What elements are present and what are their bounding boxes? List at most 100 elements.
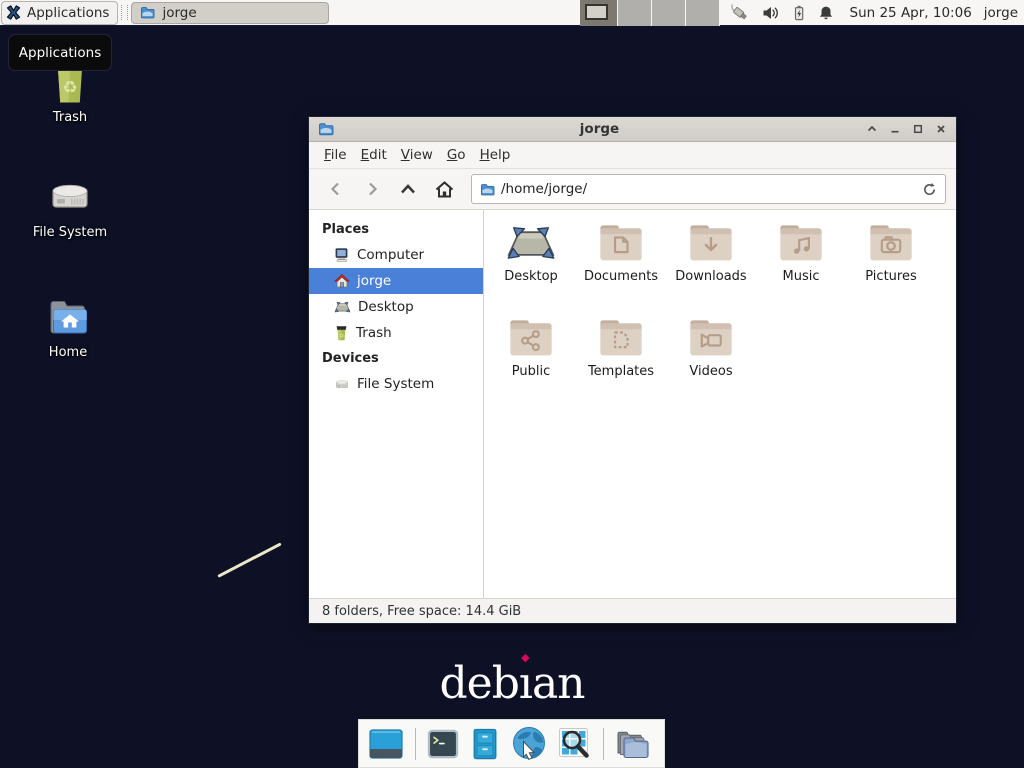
debian-logo-red-dot: ◆ <box>521 651 529 664</box>
computer-icon <box>334 247 350 263</box>
desktop-icon-file-system[interactable]: File System <box>15 172 125 240</box>
home-button[interactable] <box>427 174 461 204</box>
file-item-pictures[interactable]: Pictures <box>846 222 936 317</box>
places-header: Places <box>309 217 483 242</box>
location-bar[interactable] <box>471 174 946 204</box>
workspace-1[interactable] <box>580 0 618 26</box>
menu-file[interactable]: File <box>317 143 354 167</box>
panel-clock[interactable]: Sun 25 Apr, 10:06 <box>850 5 972 21</box>
sidebar-item-file-system[interactable]: File System <box>309 371 483 397</box>
file-item-downloads[interactable]: Downloads <box>666 222 756 317</box>
folder-templates-icon <box>595 317 647 361</box>
debian-logo: debı◆an <box>412 658 612 709</box>
location-folder-icon <box>480 182 495 197</box>
dock-separator <box>415 728 416 760</box>
menu-go[interactable]: Go <box>440 143 473 167</box>
menu-edit[interactable]: Edit <box>354 143 394 167</box>
file-item-desktop[interactable]: Desktop <box>486 222 576 317</box>
devices-header: Devices <box>309 346 483 371</box>
close-button[interactable] <box>934 122 948 136</box>
menu-bar: File Edit View Go Help <box>309 142 956 169</box>
window-title: jorge <box>334 121 865 137</box>
file-item-public[interactable]: Public <box>486 317 576 412</box>
trash-icon <box>334 326 349 341</box>
minimize-icon <box>889 123 901 135</box>
menu-view[interactable]: View <box>394 143 440 167</box>
dock-separator <box>603 728 604 760</box>
hard-drive-icon <box>46 172 94 220</box>
taskbar-window-button[interactable]: jorge <box>131 2 329 24</box>
up-button[interactable] <box>391 174 425 204</box>
desktop-icon <box>334 300 351 315</box>
battery-icon[interactable] <box>791 5 807 21</box>
taskbar-window-label: jorge <box>162 5 196 21</box>
folder-documents-icon <box>595 222 647 266</box>
home-icon <box>334 273 350 289</box>
reload-icon[interactable] <box>922 182 937 197</box>
taskbar-folder-icon <box>140 5 155 20</box>
desktop-icon-label: File System <box>33 225 107 240</box>
file-item-music[interactable]: Music <box>756 222 846 317</box>
status-bar: 8 folders, Free space: 14.4 GiB <box>309 598 956 623</box>
file-item-videos[interactable]: Videos <box>666 317 756 412</box>
app-finder-icon[interactable] <box>558 727 592 761</box>
directory-menu-icon[interactable] <box>615 727 651 761</box>
system-tray <box>730 3 834 22</box>
places-sidebar: Places Computer jorge Desktop Trash Devi… <box>309 210 484 598</box>
home-folder-icon <box>44 292 92 340</box>
hard-drive-icon <box>334 376 350 392</box>
panel-grip-handle[interactable] <box>121 5 128 20</box>
folder-videos-icon <box>685 317 737 361</box>
minimize-button[interactable] <box>888 122 902 136</box>
workspace-4[interactable] <box>686 0 720 26</box>
shade-button[interactable] <box>865 122 879 136</box>
close-icon <box>935 123 947 135</box>
file-manager-window: jorge File Edit View Go Help Places <box>308 116 957 624</box>
show-desktop-icon[interactable] <box>368 728 404 760</box>
sidebar-item-computer[interactable]: Computer <box>309 242 483 268</box>
workspace-3[interactable] <box>652 0 686 26</box>
sidebar-item-desktop[interactable]: Desktop <box>309 294 483 320</box>
up-icon <box>398 180 418 198</box>
notifications-icon[interactable] <box>818 5 834 21</box>
folder-music-icon <box>775 222 827 266</box>
file-item-documents[interactable]: Documents <box>576 222 666 317</box>
shade-icon <box>866 123 878 135</box>
back-button[interactable] <box>319 174 353 204</box>
maximize-icon <box>912 123 924 135</box>
volume-icon[interactable] <box>762 5 780 21</box>
folder-downloads-icon <box>685 222 737 266</box>
sidebar-item-trash[interactable]: Trash <box>309 320 483 346</box>
back-icon <box>327 180 345 198</box>
window-titlebar[interactable]: jorge <box>309 117 956 142</box>
desktop-icon-label: Home <box>49 345 87 360</box>
file-manager-icon[interactable] <box>470 728 500 760</box>
network-icon[interactable] <box>730 3 751 22</box>
stray-line-artifact <box>217 542 281 577</box>
home-icon <box>434 180 455 199</box>
sidebar-item-jorge[interactable]: jorge <box>309 268 483 294</box>
applications-tooltip-text: Applications <box>19 45 101 61</box>
menu-help[interactable]: Help <box>473 143 518 167</box>
folder-pictures-icon <box>865 222 917 266</box>
folder-public-icon <box>505 317 557 361</box>
forward-icon <box>363 180 381 198</box>
terminal-icon[interactable] <box>427 729 459 759</box>
applications-menu-label: Applications <box>27 5 109 21</box>
desktop-icon <box>505 222 557 266</box>
maximize-button[interactable] <box>911 122 925 136</box>
workspace-2[interactable] <box>618 0 652 26</box>
file-list: Desktop Documents Downloads Music Pictur… <box>484 210 956 598</box>
forward-button[interactable] <box>355 174 389 204</box>
web-browser-icon[interactable] <box>511 726 547 762</box>
dock <box>358 719 665 768</box>
applications-icon <box>5 4 22 21</box>
window-icon <box>318 121 334 137</box>
file-item-templates[interactable]: Templates <box>576 317 666 412</box>
applications-menu-button[interactable]: Applications <box>1 1 118 25</box>
desktop-icon-home[interactable]: Home <box>13 292 123 360</box>
top-panel: Applications jorge Sun 25 Apr, 10:06 jor… <box>0 0 1024 26</box>
workspace-switcher <box>580 0 720 26</box>
panel-username[interactable]: jorge <box>984 5 1018 21</box>
location-input[interactable] <box>501 181 916 197</box>
